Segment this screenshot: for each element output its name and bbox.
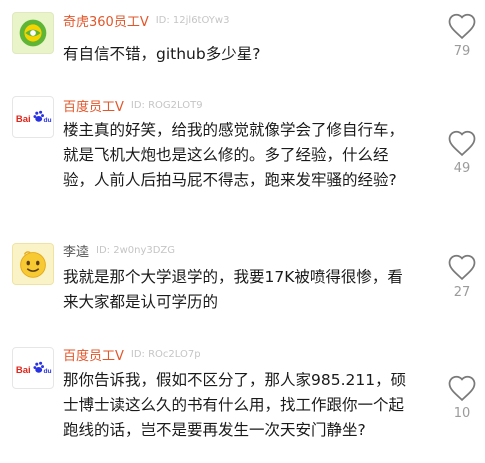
author-line: 百度员工V ID: ROc2LO7p bbox=[63, 344, 201, 364]
like-button[interactable]: 49 bbox=[442, 129, 482, 176]
author-line: 百度员工V ID: ROG2LOT9 bbox=[63, 95, 203, 115]
author-name[interactable]: 百度员工V bbox=[63, 345, 124, 364]
user-id: ID: 2w0ny3DZG bbox=[96, 244, 176, 256]
user-id: ID: ROG2LOT9 bbox=[130, 99, 203, 111]
heart-icon bbox=[448, 13, 476, 40]
avatar[interactable]: Bai du bbox=[12, 347, 54, 389]
like-button[interactable]: 27 bbox=[442, 253, 482, 300]
comment-text: 我就是那个大学退学的，我要17K被喷得很惨，看来大家都是认可学历的 bbox=[63, 268, 403, 311]
svg-text:Bai: Bai bbox=[16, 365, 31, 376]
like-button[interactable]: 10 bbox=[442, 374, 482, 421]
author-name[interactable]: 奇虎360员工V bbox=[63, 11, 149, 30]
author-name[interactable]: 百度员工V bbox=[63, 96, 124, 115]
comment-item: Bai du 百度员工V ID: ROG2LOT9 楼主真的好笑，给我的感觉就像… bbox=[0, 88, 485, 223]
comment-text: 有自信不错，github多少星? bbox=[63, 45, 261, 63]
comment-item: 李逵 ID: 2w0ny3DZG 我就是那个大学退学的，我要17K被喷得很惨，看… bbox=[0, 233, 485, 333]
svg-text:du: du bbox=[43, 368, 51, 375]
author-line: 李逵 ID: 2w0ny3DZG bbox=[63, 240, 175, 260]
heart-icon bbox=[448, 375, 476, 402]
author-line: 奇虎360员工V ID: 12jl6tOYw3 bbox=[63, 10, 229, 30]
like-count: 49 bbox=[453, 161, 471, 176]
heart-icon bbox=[448, 254, 476, 281]
baidu-logo-icon: Bai du bbox=[16, 110, 52, 125]
comment-text: 那你告诉我，假如不区分了，那人家985.211，硕士博士读这么久的书有什么用，找… bbox=[63, 371, 407, 439]
heart-icon bbox=[448, 130, 476, 157]
author-name[interactable]: 李逵 bbox=[63, 241, 89, 260]
qihoo-360-logo-icon bbox=[19, 19, 47, 47]
like-button[interactable]: 79 bbox=[442, 12, 482, 59]
smiley-face-icon bbox=[20, 251, 46, 278]
user-id: ID: ROc2LO7p bbox=[130, 348, 201, 360]
user-id: ID: 12jl6tOYw3 bbox=[155, 14, 230, 26]
svg-text:Bai: Bai bbox=[16, 114, 31, 125]
like-count: 10 bbox=[453, 406, 471, 421]
avatar[interactable] bbox=[12, 243, 54, 285]
avatar[interactable]: Bai du bbox=[12, 96, 54, 138]
comment-item: 奇虎360员工V ID: 12jl6tOYw3 有自信不错，github多少星?… bbox=[0, 0, 485, 100]
baidu-logo-icon: Bai du bbox=[16, 361, 52, 376]
comment-text: 楼主真的好笑，给我的感觉就像学会了修自行车，就是飞机大炮也是这么修的。多了经验，… bbox=[63, 121, 405, 189]
avatar[interactable] bbox=[12, 12, 54, 54]
svg-text:du: du bbox=[43, 117, 51, 124]
comment-item: Bai du 百度员工V ID: ROc2LO7p 那你告诉我，假如不区分了，那… bbox=[0, 340, 485, 463]
like-count: 27 bbox=[453, 285, 471, 300]
like-count: 79 bbox=[453, 44, 471, 59]
